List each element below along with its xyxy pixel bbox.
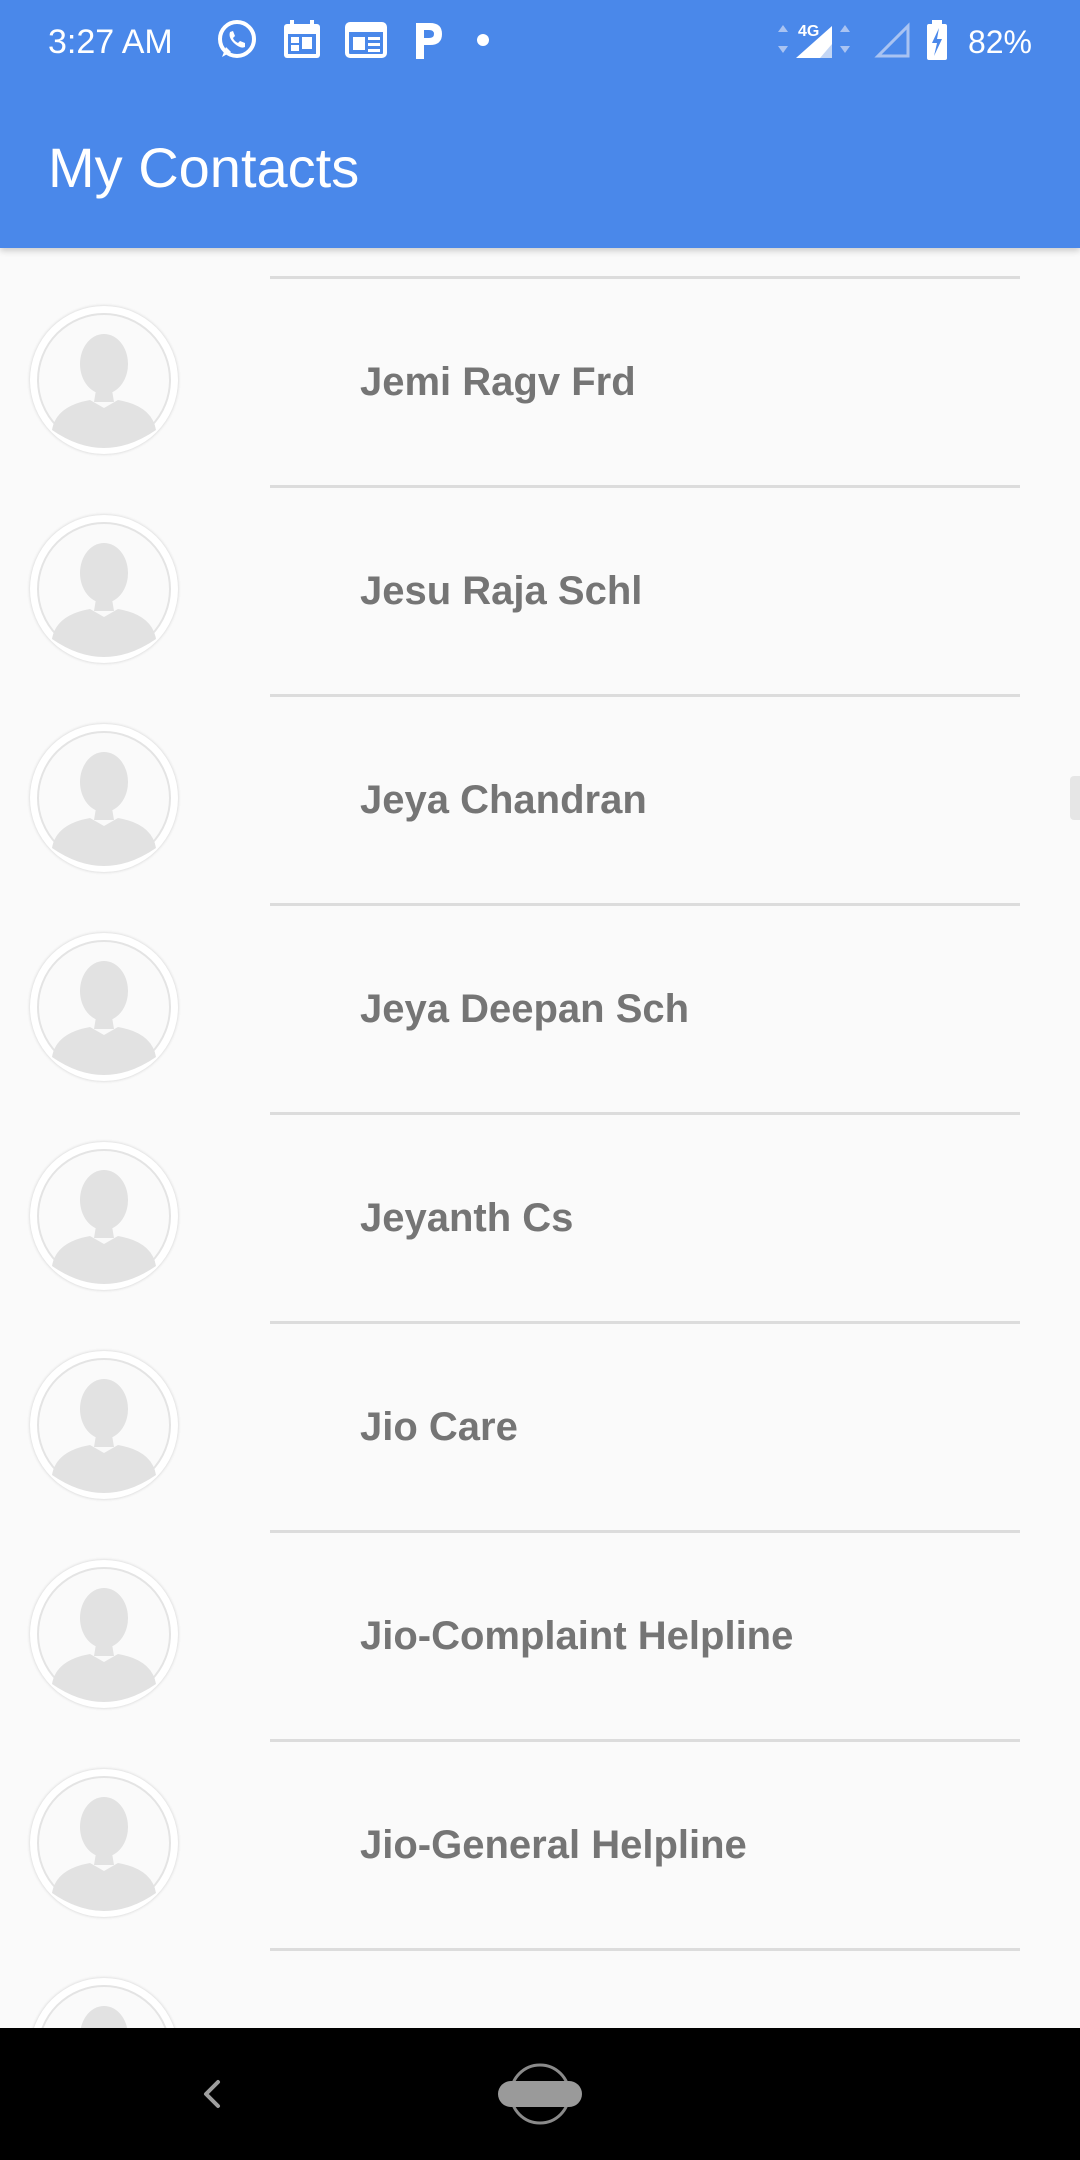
person-icon — [41, 1985, 167, 2028]
contact-name: Jesu Raja Schl — [360, 569, 643, 613]
contact-row[interactable]: Jesu Raja Schl — [0, 457, 1080, 697]
scroll-indicator[interactable] — [1070, 776, 1080, 820]
contact-name: Jio-General Helpline — [360, 1823, 747, 1867]
avatar — [30, 1142, 178, 1290]
battery-percent: 82% — [967, 23, 1032, 60]
person-icon — [37, 1776, 171, 1911]
navigation-bar — [0, 2028, 1080, 2160]
person-icon — [37, 940, 171, 1075]
contacts-screen: 3:27 AM 4G 82% My Contacts Jemi Ragv Frd… — [0, 0, 1080, 2160]
contact-name: Jeya Deepan Sch — [360, 987, 690, 1031]
avatar — [30, 306, 178, 454]
status-bar: 3:27 AM 4G 82% — [0, 0, 1080, 84]
battery-icon — [924, 18, 950, 67]
contact-row[interactable]: Jio-Complaint Helpline — [0, 1502, 1080, 1742]
network-4g-icon: 4G — [772, 18, 864, 67]
dot-icon — [468, 30, 498, 55]
contact-name: Jio-Complaint Helpline — [360, 1614, 794, 1658]
news-icon — [344, 18, 388, 67]
system-icons: 4G 82% — [772, 18, 1032, 66]
back-icon[interactable] — [190, 2066, 230, 2122]
avatar — [30, 1560, 178, 1708]
home-icon[interactable] — [496, 2062, 584, 2126]
person-icon — [37, 1567, 171, 1702]
svg-text:4G: 4G — [798, 23, 819, 40]
page-title: My Contacts — [48, 136, 360, 199]
status-time: 3:27 AM — [48, 23, 173, 61]
avatar — [30, 1978, 178, 2028]
parking-icon — [408, 17, 448, 68]
contact-name: Jio Care — [360, 1405, 518, 1449]
contact-name: Jeya Chandran — [360, 778, 647, 822]
contact-row[interactable]: Jio Care — [0, 1293, 1080, 1533]
notification-icons — [214, 18, 498, 66]
contact-row[interactable]: Jio-General Helpline — [0, 1711, 1080, 1951]
person-icon — [37, 1149, 171, 1284]
signal-icon — [874, 18, 914, 67]
avatar — [30, 724, 178, 872]
avatar — [30, 933, 178, 1081]
contacts-list[interactable]: Jemi Ragv Frd Jesu Raja Schl Jeya Chandr… — [0, 248, 1080, 2028]
calendar-icon — [280, 18, 324, 67]
app-bar: 3:27 AM 4G 82% My Contacts — [0, 0, 1080, 248]
person-icon — [37, 313, 171, 448]
avatar — [30, 515, 178, 663]
person-icon — [37, 731, 171, 866]
contact-row[interactable]: Jeya Deepan Sch — [0, 875, 1080, 1115]
contact-row[interactable] — [0, 1920, 1080, 2028]
contact-name: Jemi Ragv Frd — [360, 360, 636, 404]
person-icon — [37, 522, 171, 657]
contact-row[interactable]: Jeya Chandran — [0, 666, 1080, 906]
contact-row[interactable]: Jeyanth Cs — [0, 1084, 1080, 1324]
avatar — [30, 1769, 178, 1917]
contact-name: Jeyanth Cs — [360, 1196, 574, 1240]
whatsapp-icon — [214, 17, 260, 68]
avatar — [30, 1351, 178, 1499]
contact-row[interactable]: Jemi Ragv Frd — [0, 248, 1080, 488]
person-icon — [37, 1358, 171, 1493]
